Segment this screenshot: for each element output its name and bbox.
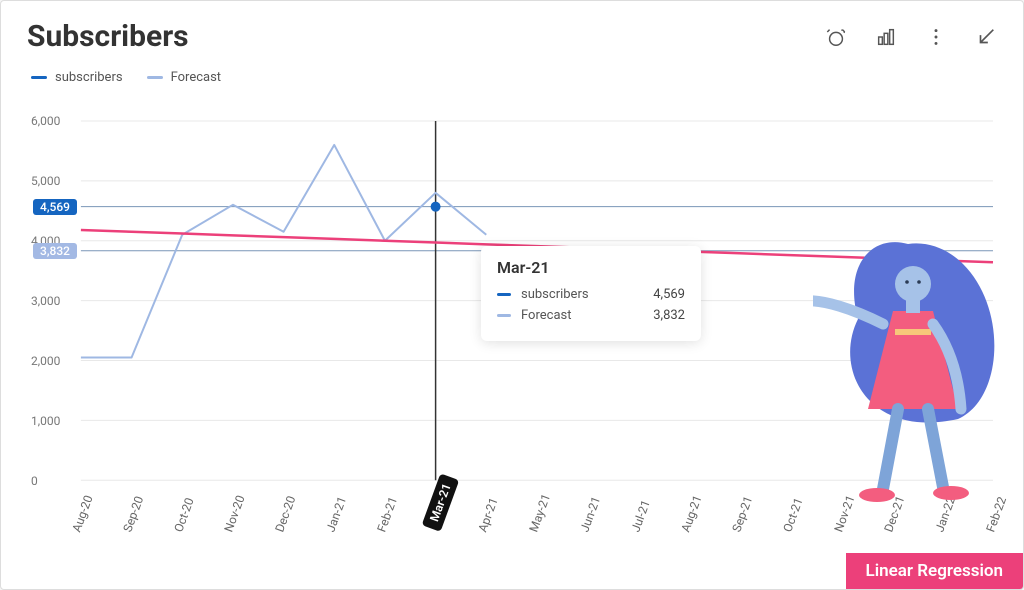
tooltip-row-forecast: Forecast 3,832 <box>497 308 685 323</box>
tooltip-swatch-subscribers <box>497 293 511 296</box>
legend-swatch-subscribers <box>31 76 47 79</box>
y-tick-label: 1,000 <box>31 414 60 428</box>
regression-label: Linear Regression <box>846 553 1023 589</box>
tooltip-row-subscribers: subscribers 4,569 <box>497 287 685 302</box>
legend-label-forecast: Forecast <box>171 70 221 85</box>
legend-item-subscribers[interactable]: subscribers <box>31 70 123 85</box>
y-tick-label: 2,000 <box>31 354 60 368</box>
y-tick-label: 0 <box>31 474 38 488</box>
legend-swatch-forecast <box>147 76 163 79</box>
alarm-icon[interactable] <box>825 26 847 48</box>
y-tick-label: 3,000 <box>31 294 60 308</box>
bar-chart-icon[interactable] <box>875 26 897 48</box>
chart-card: Subscribers <box>0 0 1024 590</box>
tooltip-value-subscribers: 4,569 <box>653 287 685 302</box>
tooltip-swatch-forecast <box>497 314 511 317</box>
tooltip-label-forecast: Forecast <box>521 308 571 323</box>
tooltip-label-subscribers: subscribers <box>521 287 589 302</box>
card-header: Subscribers <box>1 1 1023 54</box>
toolbar <box>825 26 997 48</box>
tooltip-value-forecast: 3,832 <box>653 308 685 323</box>
legend-label-subscribers: subscribers <box>55 70 123 85</box>
chart-title: Subscribers <box>27 19 189 54</box>
value-badge: 4,569 <box>33 199 77 215</box>
legend: subscribers Forecast <box>1 54 1023 85</box>
collapse-icon[interactable] <box>975 26 997 48</box>
legend-item-forecast[interactable]: Forecast <box>147 70 221 85</box>
y-tick-label: 5,000 <box>31 174 60 188</box>
y-tick-label: 6,000 <box>31 114 60 128</box>
tooltip-title: Mar-21 <box>497 258 685 277</box>
value-badge: 3,832 <box>33 243 77 259</box>
tooltip: Mar-21 subscribers 4,569 Forecast 3,832 <box>481 246 701 341</box>
more-icon[interactable] <box>925 26 947 48</box>
